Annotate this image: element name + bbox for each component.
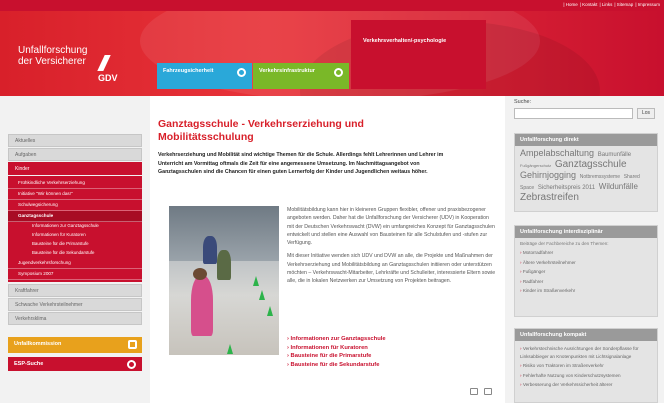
- sidebar-sub-item-ganztagsschule[interactable]: Ganztagsschule: [8, 211, 142, 222]
- share-icon[interactable]: [470, 388, 478, 395]
- body-text: Mobilitätsbildung kann hier in kleineren…: [287, 206, 497, 291]
- search-input[interactable]: [514, 108, 633, 119]
- box-subtitle: Beiträge der Fachbereiche zu den Themen:: [520, 241, 609, 246]
- top-link-sitemap[interactable]: | Sitemap: [614, 2, 633, 7]
- link-ganztagsschule-info[interactable]: Informationen zur Ganztagsschule: [287, 335, 487, 344]
- sidebar-submenu: Frühkindliche Verkehrserziehung Initiati…: [8, 176, 142, 282]
- tab-verkehrsinfrastruktur[interactable]: Verkehrsinfrastruktur: [253, 63, 349, 89]
- sidebar-sub-item[interactable]: Symposium 2007: [8, 269, 142, 280]
- tag-cloud: Ampelabschaltung Baumunfälle Fußgängersc…: [515, 146, 657, 207]
- paragraph: Mobilitätsbildung kann hier in kleineren…: [287, 207, 495, 247]
- kompakt-link[interactable]: Risiko von Traktoren im Straßenverkehr: [515, 361, 657, 371]
- cone-shape: [227, 344, 233, 354]
- tag-link[interactable]: Zebrastreifen: [520, 192, 579, 203]
- topic-link[interactable]: Ältere Verkehrsteilnehmer: [515, 258, 657, 268]
- sidebar-item-kinder[interactable]: Kinder: [8, 162, 142, 175]
- page-title: Ganztagsschule - Verkehrserziehung und M…: [158, 118, 364, 143]
- box-title: Unfallforschung interdisziplinär: [515, 226, 657, 238]
- site-logo[interactable]: Unfallforschung der Versicherer: [18, 45, 87, 67]
- child-figure: [217, 250, 231, 280]
- topic-link[interactable]: Radfahrer: [515, 277, 657, 287]
- tab-label: Fahrzeugsicherheit: [163, 68, 214, 74]
- sidebar-item-aktuelles[interactable]: Aktuelles: [8, 134, 142, 147]
- topic-list: Motorradfahrer Ältere Verkehrsteilnehmer…: [515, 248, 657, 296]
- logo-gdv: GDV: [98, 73, 118, 83]
- kompakt-link[interactable]: Verbesserung der Verkehrssicherheit älte…: [515, 380, 657, 390]
- link-primarstufe[interactable]: Bausteine für die Primarstufe: [287, 352, 487, 361]
- esp-suche-button[interactable]: ESP-Suche: [8, 357, 142, 371]
- logo-line2: der Versicherer: [18, 56, 86, 67]
- kompakt-list: Verkehrstechnische Ausrichtungen der Son…: [515, 341, 657, 390]
- tag-link[interactable]: Fußgängerschutz: [520, 163, 551, 168]
- sidebar-subsub-item[interactable]: Informationen für Kuratoren: [8, 231, 142, 240]
- sidebar-item-verkehrsklima[interactable]: Verkehrsklima: [8, 312, 142, 325]
- logo-line1: Unfallforschung: [18, 45, 88, 56]
- top-link-links[interactable]: | Links: [599, 2, 612, 7]
- search-button[interactable]: Los: [637, 108, 655, 119]
- tab-fahrzeugsicherheit[interactable]: Fahrzeugsicherheit: [157, 63, 252, 89]
- tag-link[interactable]: Sicherheitspreis 2011: [538, 185, 595, 191]
- tag-link[interactable]: Baumunfälle: [598, 152, 631, 158]
- topic-link[interactable]: Motorradfahrer: [515, 248, 657, 258]
- page-utilities: [470, 388, 492, 395]
- main-content: Ganztagsschule - Verkehrserziehung und M…: [150, 96, 505, 403]
- top-link-kontakt[interactable]: | Kontakt: [580, 2, 598, 7]
- cone-shape: [253, 276, 259, 286]
- sidebar-sub-item[interactable]: Schulwegsicherung: [8, 200, 142, 211]
- tag-link[interactable]: Ampelabschaltung: [520, 148, 594, 158]
- logo-slash-icon: [97, 55, 111, 71]
- top-link-impressum[interactable]: | Impressum: [635, 2, 660, 7]
- link-sekundarstufe[interactable]: Bausteine für die Sekundarstufe: [287, 361, 487, 370]
- kompakt-link[interactable]: Verkehrstechnische Ausrichtungen der Son…: [515, 344, 657, 361]
- child-head: [193, 268, 207, 280]
- search-label: Suche:: [514, 99, 532, 105]
- search-icon: [127, 360, 136, 369]
- promo-label: Unfallkommission: [14, 341, 62, 347]
- sidebar-item-aufgaben[interactable]: Aufgaben: [8, 148, 142, 161]
- info-links: Informationen zur Ganztagsschule Informa…: [287, 335, 487, 369]
- tag-link[interactable]: Notbremssysteme: [580, 174, 620, 180]
- sidebar-sub-item[interactable]: Frühkindliche Verkehrserziehung: [8, 178, 142, 189]
- paragraph: Mit dieser Initiative wenden sich UDV un…: [287, 253, 496, 285]
- sidebar-nav: Aktuelles Aufgaben Kinder Frühkindliche …: [0, 134, 150, 371]
- sidebar-subsub-item[interactable]: Informationen zur Ganztagsschule: [8, 222, 142, 231]
- tag-link[interactable]: Wildunfälle: [599, 182, 638, 191]
- unfallkommission-button[interactable]: Unfallkommission: [8, 337, 142, 353]
- tab-label: Verkehrsinfrastruktur: [259, 68, 315, 74]
- car-icon: [128, 340, 137, 349]
- top-link-home[interactable]: | Home: [563, 2, 577, 7]
- sidebar-subsub-item[interactable]: Bausteine für die Sekundarstufe: [8, 249, 142, 258]
- intro-text: Verkehrserziehung und Mobilität sind wic…: [158, 152, 444, 175]
- link-kuratoren-info[interactable]: Informationen für Kuratoren: [287, 344, 487, 353]
- print-icon[interactable]: [484, 388, 492, 395]
- topic-link[interactable]: Fußgänger: [515, 267, 657, 277]
- box-title: Unfallforschung kompakt: [515, 329, 657, 341]
- promo-label: ESP-Suche: [14, 361, 44, 367]
- child-figure: [191, 276, 213, 336]
- tab-label: Verkehrsverhalten/-psychologie: [363, 38, 447, 44]
- top-links: | Home | Kontakt | Links | Sitemap | Imp…: [563, 2, 660, 7]
- tag-link[interactable]: Ganztagsschule: [555, 159, 627, 170]
- top-bar: | Home | Kontakt | Links | Sitemap | Imp…: [0, 0, 664, 11]
- box-unfallforschung-kompakt: Unfallforschung kompakt Verkehrstechnisc…: [514, 328, 658, 403]
- children-photo: [169, 206, 279, 355]
- topic-link[interactable]: Kinder im Straßenverkehr: [515, 286, 657, 296]
- child-figure: [203, 236, 217, 264]
- refresh-icon: [334, 68, 343, 77]
- kompakt-link[interactable]: Fehlerhafte Nutzung von Kinderschutzsyst…: [515, 371, 657, 381]
- sidebar-sub-item[interactable]: Initiative "Wir können das!": [8, 189, 142, 200]
- sidebar-item-kraftfahrer[interactable]: Kraftfahrer: [8, 284, 142, 297]
- tab-verkehrsverhalten[interactable]: Verkehrsverhalten/-psychologie: [351, 20, 486, 89]
- cone-shape: [267, 306, 273, 316]
- box-unfallforschung-direkt: Unfallforschung direkt Ampelabschaltung …: [514, 133, 658, 212]
- tag-link[interactable]: Gehirnjogging: [520, 170, 576, 180]
- sidebar-subsub-item[interactable]: Bausteine für die Primarstufe: [8, 240, 142, 249]
- box-unfallforschung-interdisziplinaer: Unfallforschung interdisziplinär Beiträg…: [514, 225, 658, 317]
- sidebar-item-schwache-verkehrsteilnehmer[interactable]: Schwache Verkehrsteilnehmer: [8, 298, 142, 311]
- refresh-icon: [237, 68, 246, 77]
- sidebar-sub-item[interactable]: Jugendverkehrsforschung: [8, 258, 142, 269]
- cone-shape: [259, 290, 265, 300]
- box-title: Unfallforschung direkt: [515, 134, 657, 146]
